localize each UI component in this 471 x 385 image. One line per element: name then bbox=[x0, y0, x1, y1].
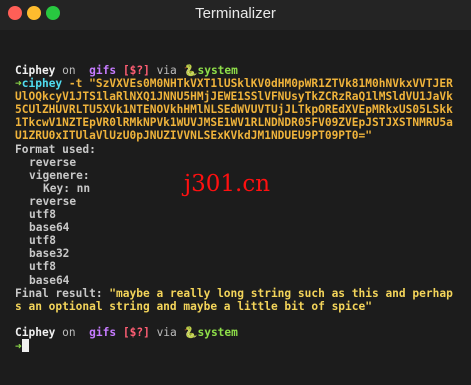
format-item: base64 bbox=[29, 273, 70, 287]
git-status: [$?] bbox=[122, 325, 150, 339]
git-status: [$?] bbox=[122, 64, 150, 77]
final-result-label: Final result: bbox=[15, 286, 110, 300]
prompt-arrow-icon: ➜ bbox=[15, 77, 22, 91]
git-branch: gifs bbox=[89, 325, 117, 339]
input-line[interactable]: ➜ bbox=[15, 338, 460, 353]
prompt-line-2: Ciphey on gifs [$?] via 🐍system bbox=[15, 326, 460, 339]
format-item: utf8 bbox=[29, 234, 56, 248]
window-title: Terminalizer bbox=[195, 5, 276, 22]
terminal-output[interactable]: Ciphey on gifs [$?] via 🐍system ➜ciphey … bbox=[15, 64, 460, 353]
prompt-user: Ciphey bbox=[15, 64, 56, 77]
prompt-via-text: via bbox=[156, 64, 177, 77]
prompt-on-text: on bbox=[62, 325, 76, 339]
command-line: ➜ciphey -t "SzVXVEs0M0NHTkVXT1lUSklKV0dH… bbox=[15, 77, 460, 142]
format-item: utf8 bbox=[29, 260, 56, 274]
prompt-arrow-icon: ➜ bbox=[15, 339, 22, 353]
format-item: reverse bbox=[29, 155, 77, 169]
prompt-on-text: on bbox=[62, 64, 76, 77]
prompt-user: Ciphey bbox=[15, 325, 56, 339]
format-item: base32 bbox=[29, 247, 70, 261]
terminal-window: Terminalizer Ciphey on gifs [$?] via 🐍sy… bbox=[0, 0, 471, 385]
prompt-via-text: via bbox=[156, 325, 177, 339]
format-item: utf8 bbox=[29, 208, 56, 222]
python-env-icon: 🐍 bbox=[183, 325, 198, 339]
text-cursor bbox=[21, 338, 29, 352]
title-bar: Terminalizer bbox=[0, 0, 471, 30]
python-env-icon: 🐍 bbox=[183, 64, 198, 77]
prompt-line-1: Ciphey on gifs [$?] via 🐍system bbox=[15, 64, 460, 77]
command-name: ciphey bbox=[21, 77, 63, 91]
format-item: base64 bbox=[29, 221, 70, 235]
command-text: ➜ciphey -t "SzVXVEs0M0NHTkVXT1lUSklKV0dH… bbox=[15, 77, 457, 142]
command-arguments: -t "SzVXVEs0M0NHTkVXT1lUSklKV0dHM0pWR1ZT… bbox=[15, 77, 453, 143]
python-env: system bbox=[197, 64, 238, 77]
python-env: system bbox=[197, 325, 238, 339]
format-used-label: Format used: bbox=[15, 142, 96, 156]
final-result-line: Final result: "maybe a really long strin… bbox=[15, 287, 457, 313]
watermark-text: j301.cn bbox=[184, 171, 271, 197]
git-branch: gifs bbox=[89, 64, 117, 77]
